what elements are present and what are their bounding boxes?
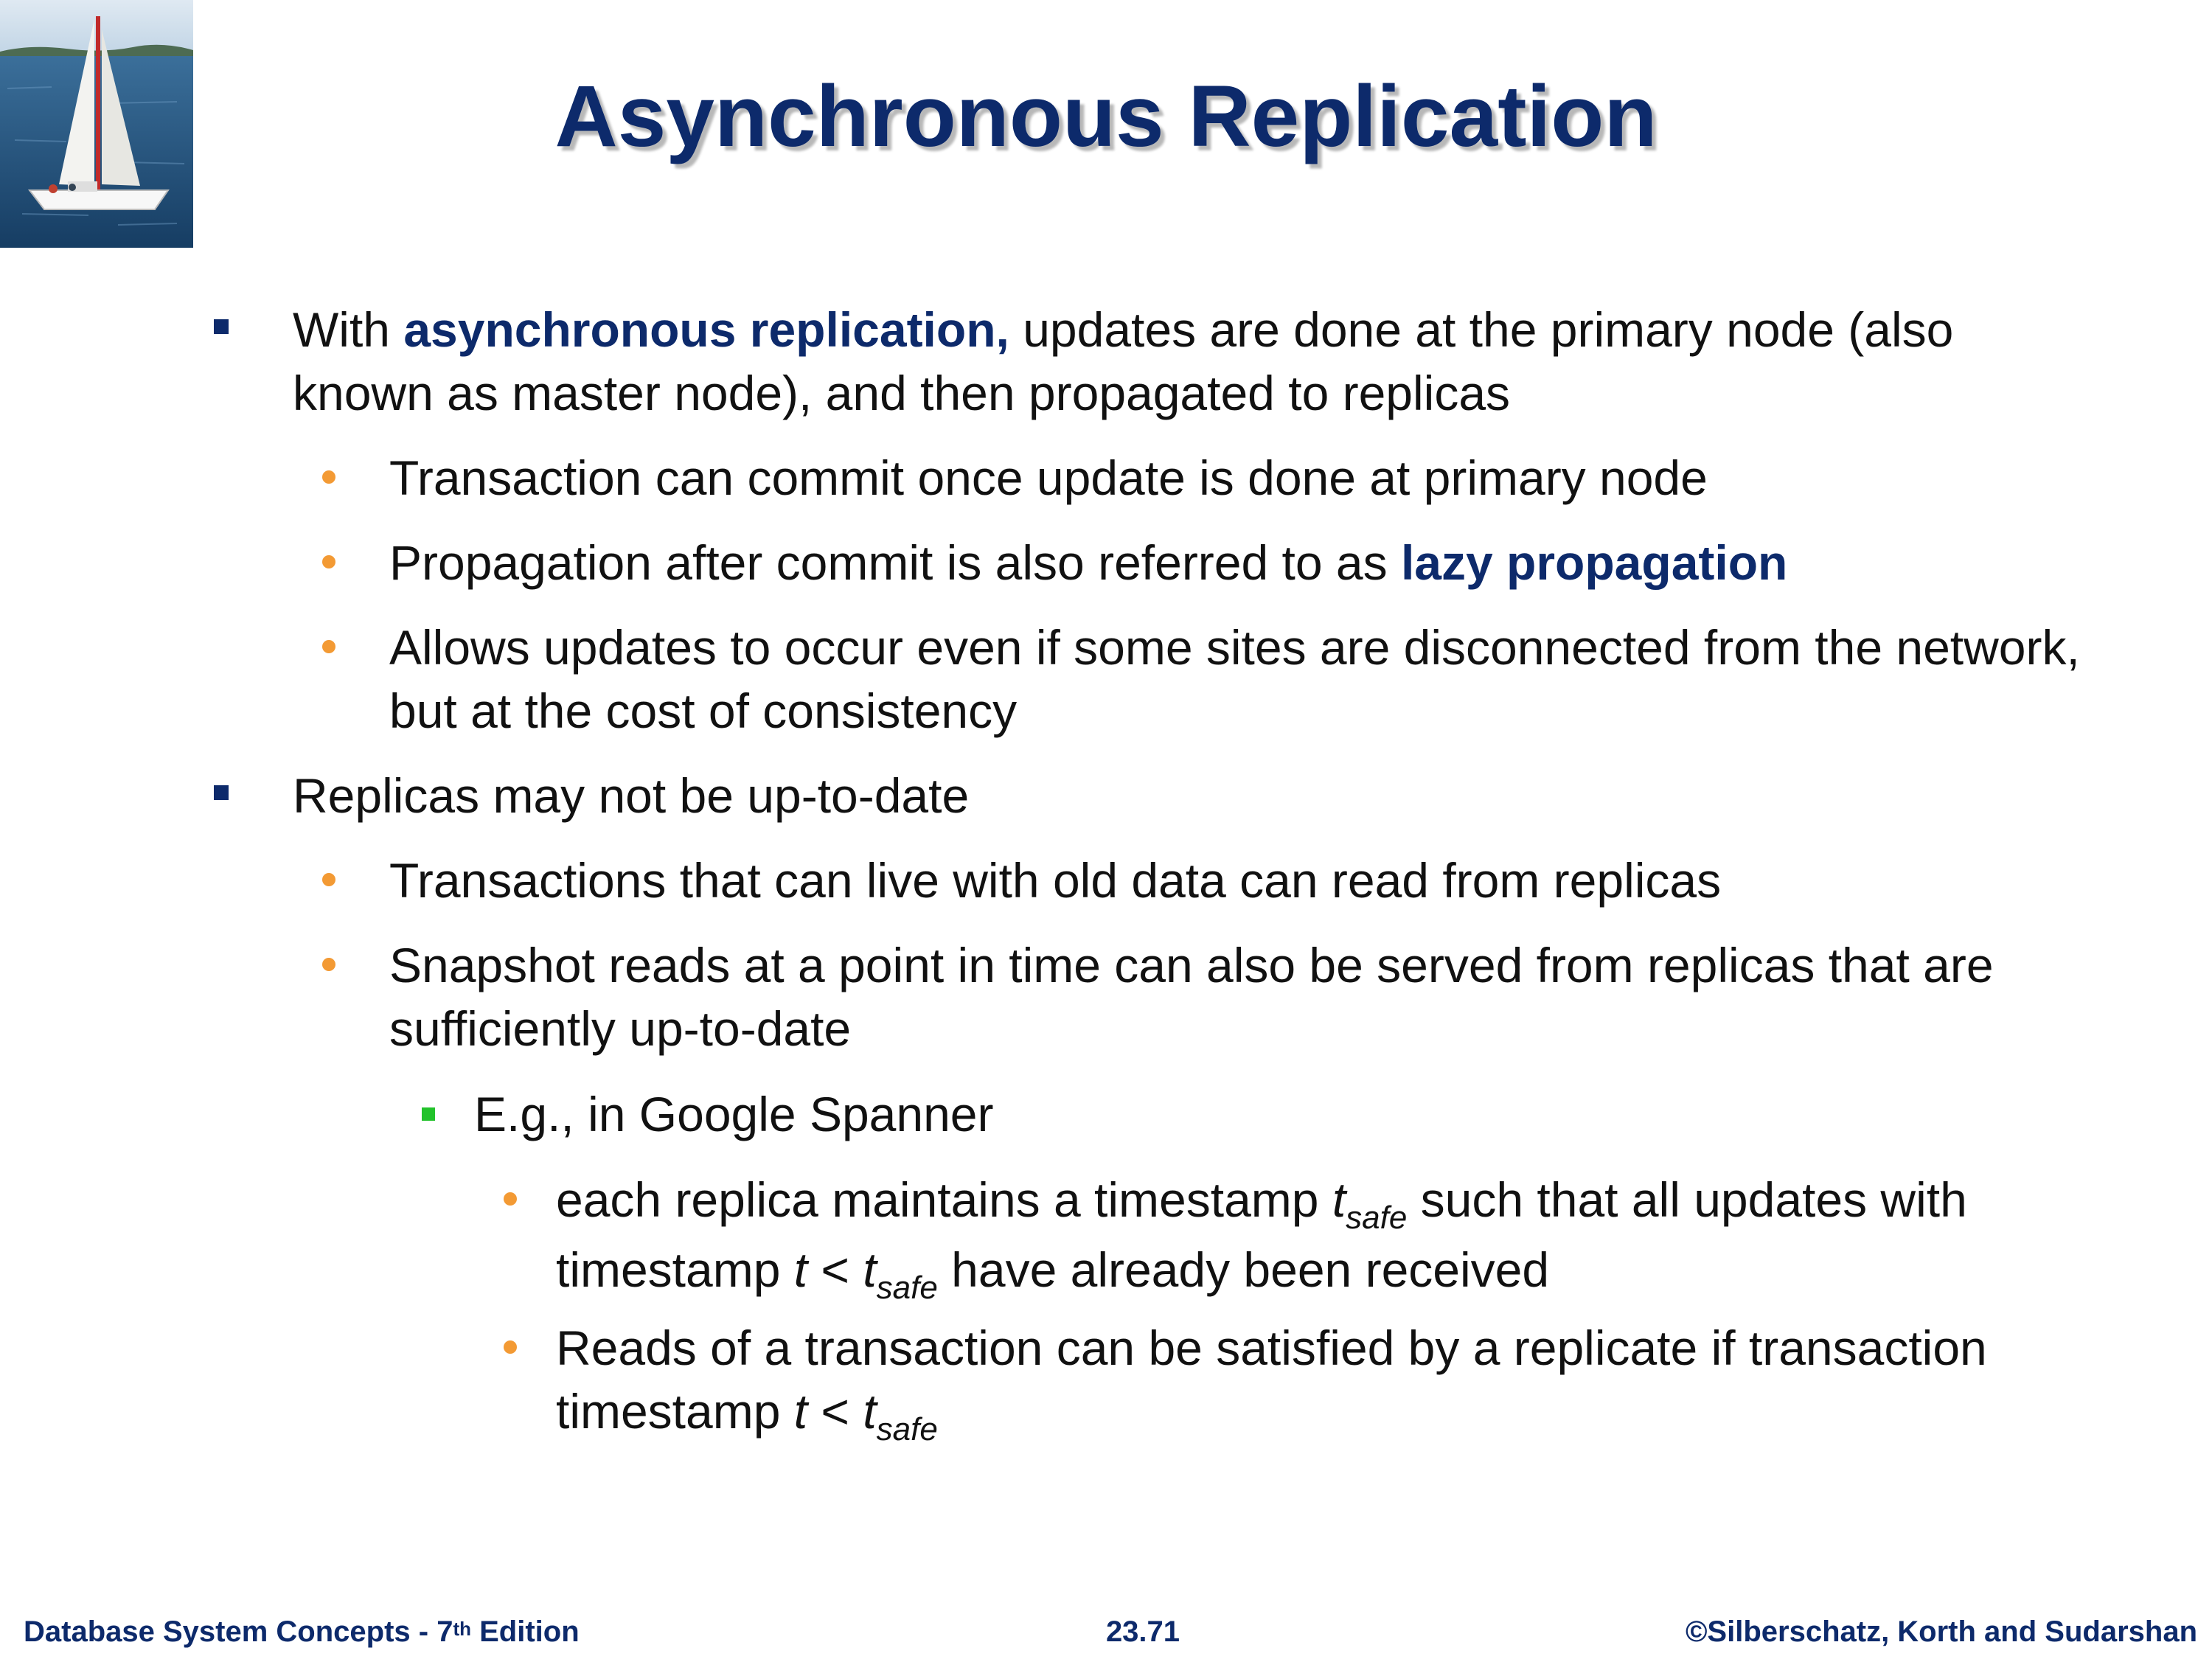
text-fragment: Transaction can commit once update is do… <box>389 451 1708 505</box>
math-variable: t <box>863 1242 877 1297</box>
text-fragment: Replicas may not be up-to-date <box>293 768 970 823</box>
text-fragment: E.g., in Google Spanner <box>474 1087 994 1141</box>
bullet-text: each replica maintains a timestamp tsafe… <box>556 1168 2090 1308</box>
footer-superscript: th <box>453 1618 471 1640</box>
math-subscript: safe <box>876 1411 938 1447</box>
bullet-text: Allows updates to occur even if some sit… <box>389 616 2085 742</box>
math-subscript: safe <box>1346 1200 1408 1236</box>
math-variable: t <box>1332 1172 1346 1227</box>
bullet-text: Transactions that can live with old data… <box>389 849 2085 912</box>
text-fragment: have already been received <box>937 1242 1550 1297</box>
text-fragment: Snapshot reads at a point in time can al… <box>389 938 1994 1056</box>
dot-bullet-icon <box>322 873 335 886</box>
text-fragment: Reads of a transaction can be satisfied … <box>556 1321 1987 1439</box>
term-highlight: asynchronous replication, <box>403 302 1009 357</box>
text-fragment: each replica maintains a timestamp <box>556 1172 1332 1227</box>
term-highlight: lazy propagation <box>1400 535 1788 590</box>
square-bullet-icon <box>214 319 229 334</box>
page-number: 23.71 <box>1105 1615 1180 1648</box>
bullet-text: With asynchronous replication, updates a… <box>293 298 2084 425</box>
bullet-text: Propagation after commit is also referre… <box>389 531 2085 594</box>
footer-book-title: Database System Concepts - 7 <box>24 1615 453 1648</box>
bullet-text: Snapshot reads at a point in time can al… <box>389 933 2085 1060</box>
dot-bullet-icon <box>504 1340 517 1354</box>
text-fragment: Propagation after commit is also referre… <box>389 535 1401 590</box>
text-fragment: Transactions that can live with old data… <box>389 853 1722 908</box>
dot-bullet-icon <box>322 958 335 971</box>
math-variable: t <box>793 1384 808 1439</box>
text-fragment: Allows updates to occur even if some sit… <box>389 620 2080 738</box>
footer-copyright: ©Silberschatz, Korth and Sudarshan <box>1685 1615 2197 1648</box>
dot-bullet-icon <box>322 640 335 653</box>
bullet-text: Reads of a transaction can be satisfied … <box>556 1316 2090 1450</box>
footer-edition: Edition <box>471 1615 580 1648</box>
math-operator: < <box>807 1242 863 1297</box>
slide-title: Asynchronous Replication <box>554 68 1658 165</box>
math-variable: t <box>793 1242 808 1297</box>
math-operator: < <box>807 1384 863 1439</box>
bullet-text: E.g., in Google Spanner <box>474 1082 2096 1146</box>
dot-bullet-icon <box>322 555 335 568</box>
bullet-text: Replicas may not be up-to-date <box>293 764 2084 827</box>
math-subscript: safe <box>876 1270 938 1306</box>
square-bullet-icon <box>214 785 229 800</box>
text-fragment: With <box>293 302 404 357</box>
dot-bullet-icon <box>504 1192 517 1206</box>
dot-bullet-icon <box>322 470 335 484</box>
bullet-text: Transaction can commit once update is do… <box>389 446 2085 509</box>
math-variable: t <box>863 1384 877 1439</box>
square-bullet-icon <box>422 1107 435 1121</box>
footer-left: Database System Concepts - 7th Edition <box>24 1613 580 1650</box>
